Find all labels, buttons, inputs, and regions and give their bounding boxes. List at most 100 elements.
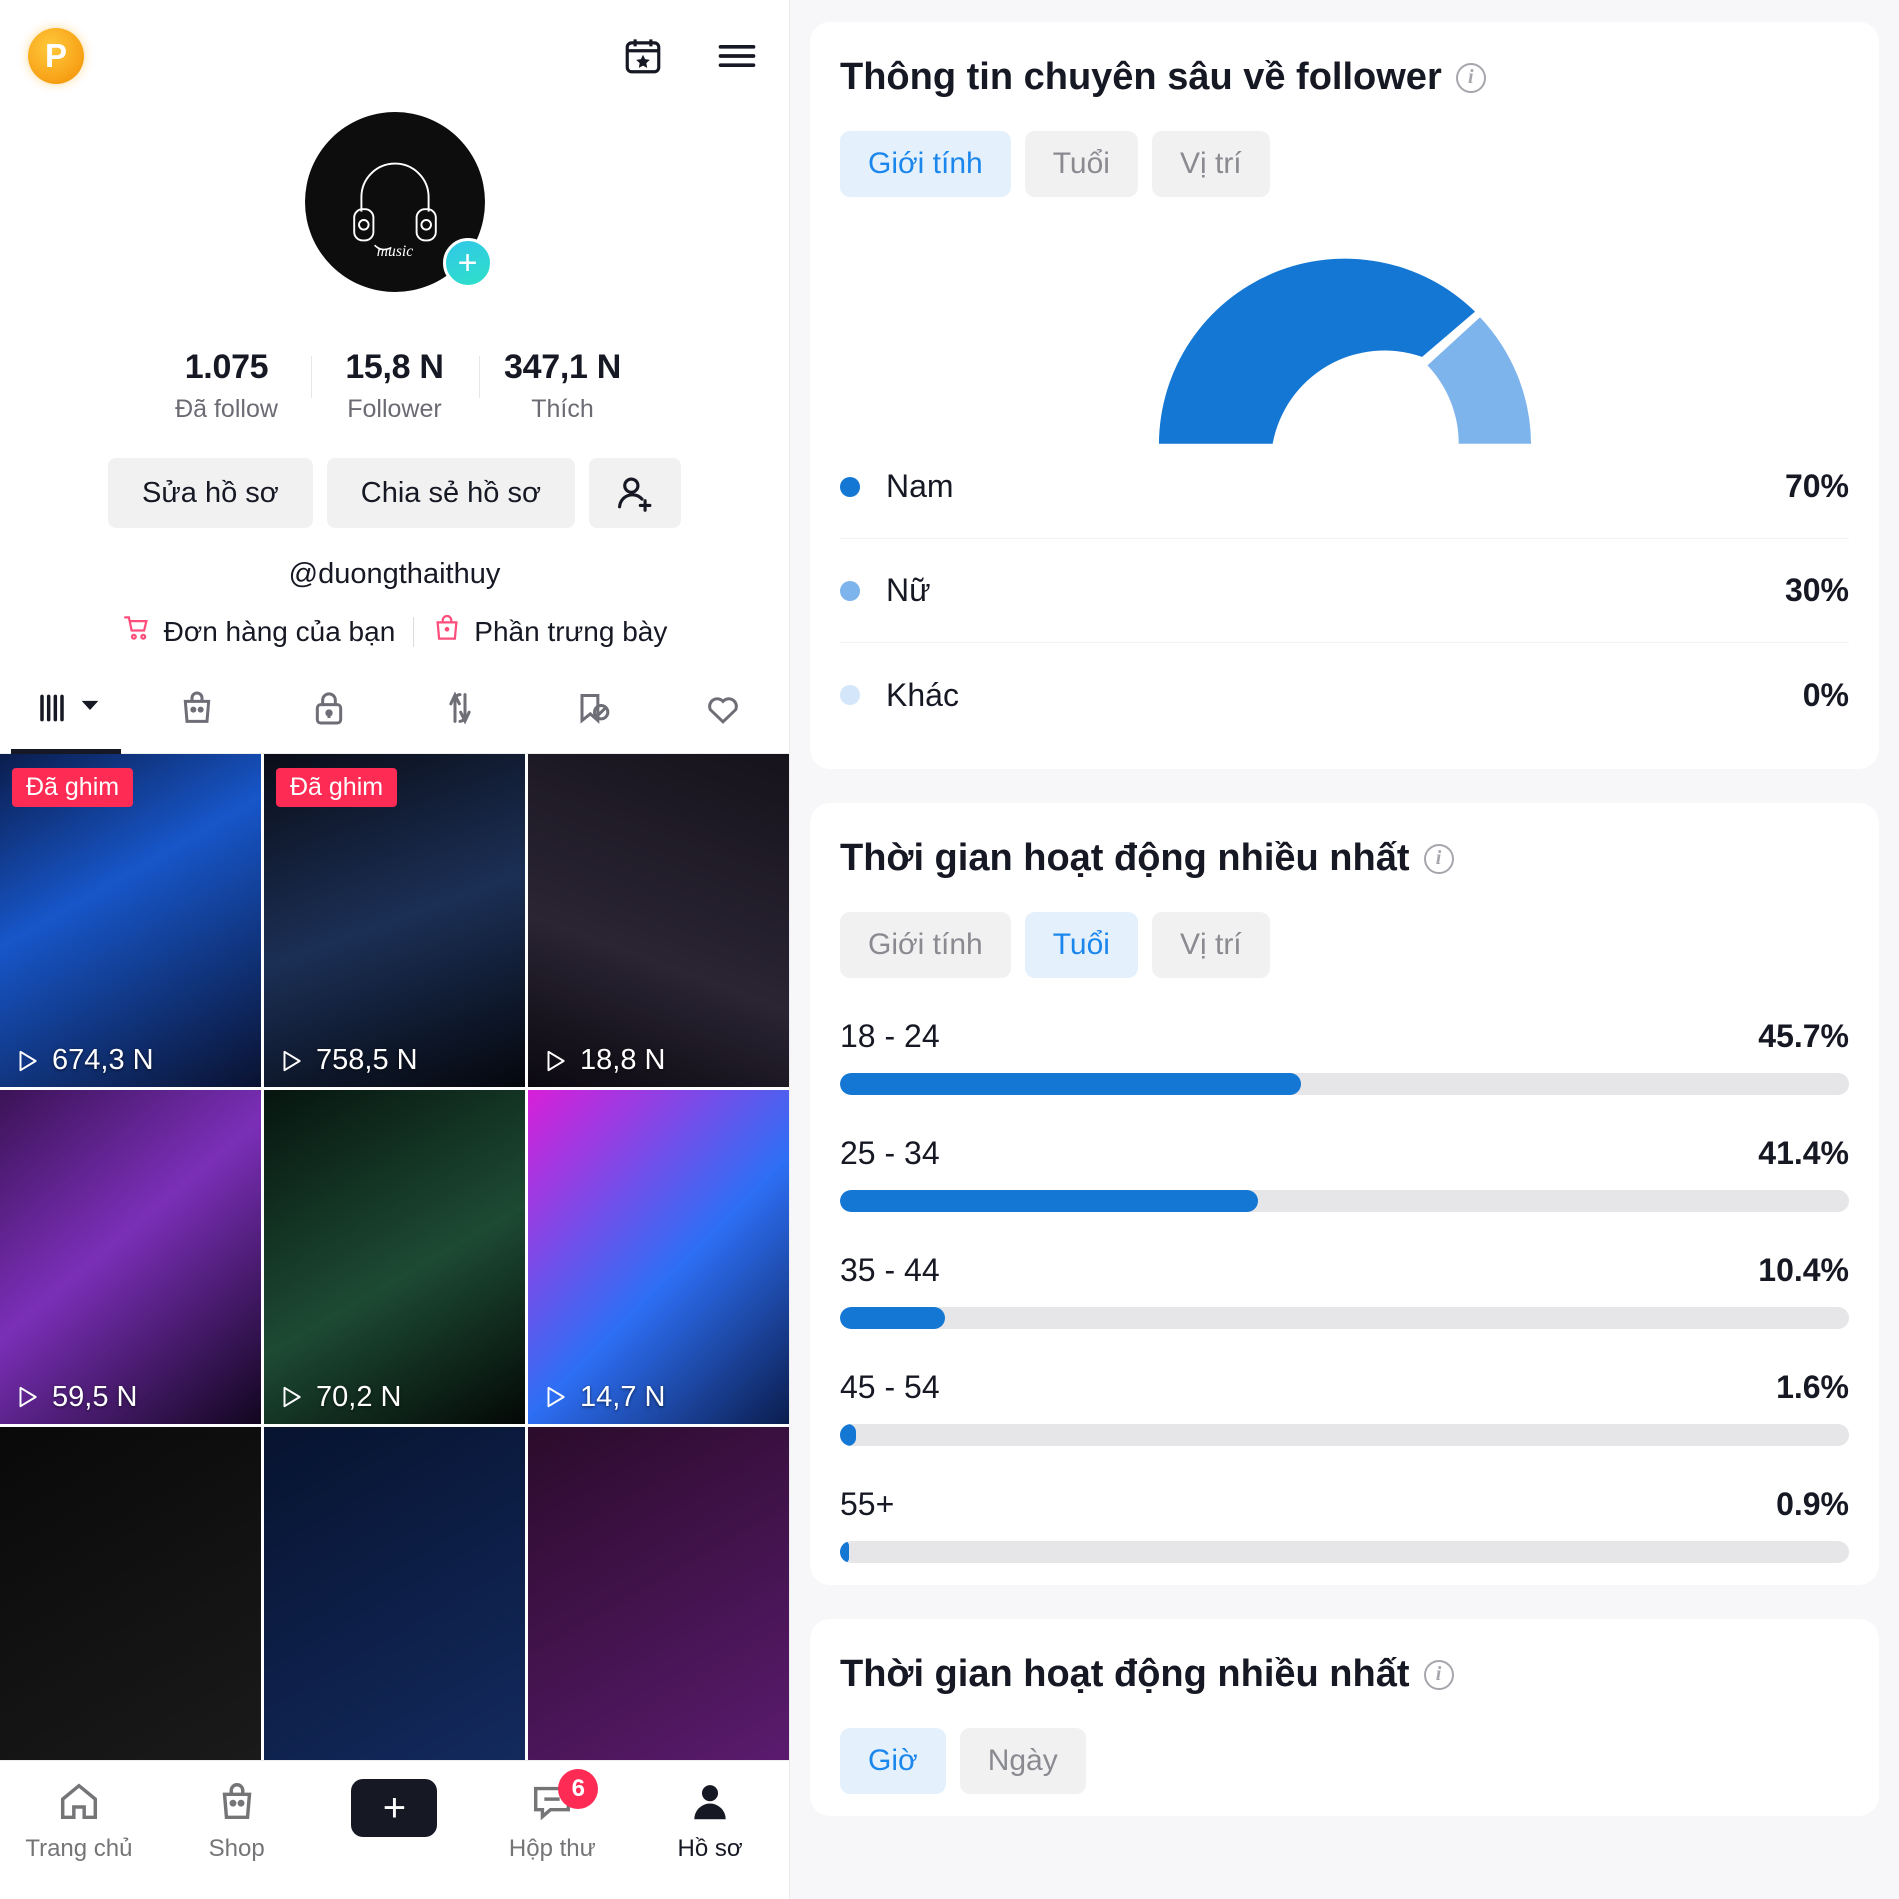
gender-gauge-chart bbox=[840, 237, 1849, 444]
tab-not-interested[interactable] bbox=[526, 676, 658, 753]
profile-person-icon bbox=[694, 1785, 726, 1820]
follower-insights-title: Thông tin chuyên sâu về follower i bbox=[840, 56, 1849, 99]
tab-age[interactable]: Tuổi bbox=[1024, 912, 1138, 978]
legend-dot-female bbox=[840, 580, 860, 601]
age-bar-value: 0.9% bbox=[1776, 1486, 1849, 1522]
nav-home-label: Trang chủ bbox=[25, 1835, 133, 1862]
nav-inbox[interactable]: 6 Hộp thư bbox=[473, 1769, 631, 1863]
nav-profile[interactable]: Hồ sơ bbox=[631, 1779, 789, 1863]
legend-label: Khác bbox=[886, 676, 959, 713]
create-plus-icon[interactable]: + bbox=[342, 1779, 447, 1837]
nav-home[interactable]: Trang chủ bbox=[0, 1779, 158, 1863]
age-bar-label: 25 - 34 bbox=[840, 1135, 940, 1171]
tab-gender[interactable]: Giới tính bbox=[840, 131, 1011, 197]
tab-age[interactable]: Tuổi bbox=[1024, 131, 1138, 197]
tiktok-profile-panel: P music + 1.075 Đã follow 15,8 N Followe… bbox=[0, 0, 790, 1899]
tab-day[interactable]: Ngày bbox=[959, 1728, 1086, 1794]
most-active-time-title-text: Thời gian hoạt động nhiều nhất bbox=[840, 1653, 1410, 1695]
video-cell[interactable]: 18,8 N bbox=[528, 754, 789, 1088]
age-bar-row: 45 - 54 1.6% bbox=[840, 1369, 1849, 1446]
legend-value: 30% bbox=[1784, 572, 1849, 608]
most-active-age-title-text: Thời gian hoạt động nhiều nhất bbox=[840, 837, 1410, 879]
play-icon bbox=[547, 1386, 565, 1408]
nav-profile-label: Hồ sơ bbox=[677, 1835, 743, 1862]
info-icon[interactable]: i bbox=[1423, 1659, 1454, 1690]
video-cell[interactable]: 14,7 N bbox=[528, 1090, 789, 1424]
video-cell[interactable]: 70,2 N bbox=[264, 1090, 525, 1424]
tab-hour[interactable]: Giờ bbox=[840, 1728, 946, 1794]
play-icon bbox=[19, 1050, 37, 1072]
age-bar-fill bbox=[840, 1541, 850, 1563]
tab-location[interactable]: Vị trí bbox=[1151, 131, 1270, 197]
your-orders-link[interactable]: Đơn hàng của bạn bbox=[122, 613, 396, 650]
tab-reposts[interactable] bbox=[395, 676, 527, 753]
most-active-age-title: Thời gian hoạt động nhiều nhất i bbox=[840, 837, 1849, 880]
most-active-time-tabs: Giờ Ngày bbox=[840, 1728, 1849, 1794]
edit-profile-button[interactable]: Sửa hồ sơ bbox=[108, 458, 313, 528]
add-friend-button[interactable] bbox=[589, 458, 681, 528]
video-cell[interactable] bbox=[528, 1426, 789, 1760]
pinned-badge: Đã ghim bbox=[276, 768, 398, 807]
info-icon[interactable]: i bbox=[1423, 843, 1454, 874]
showcase-link[interactable]: Phần trưng bày bbox=[432, 613, 667, 650]
video-cell[interactable]: Đã ghim 758,5 N bbox=[264, 754, 525, 1088]
avatar[interactable]: music + bbox=[304, 112, 493, 292]
age-bar-fill bbox=[840, 1424, 857, 1446]
legend-row: Nữ 30% bbox=[840, 539, 1849, 643]
add-avatar-plus-icon[interactable]: + bbox=[442, 238, 493, 288]
tab-location[interactable]: Vị trí bbox=[1151, 912, 1270, 978]
hamburger-menu-icon[interactable] bbox=[713, 32, 761, 80]
shop-links-divider bbox=[413, 616, 415, 647]
stat-following[interactable]: 1.075 Đã follow bbox=[143, 348, 311, 424]
play-icon bbox=[19, 1386, 37, 1408]
age-bar-track bbox=[840, 1424, 1849, 1446]
tab-shop[interactable] bbox=[132, 676, 264, 753]
profile-handle[interactable]: @duongthaithuy bbox=[0, 558, 789, 591]
nav-create[interactable]: + bbox=[316, 1779, 474, 1837]
most-active-time-card: Thời gian hoạt động nhiều nhất i Giờ Ngà… bbox=[810, 1619, 1879, 1816]
calendar-star-icon[interactable] bbox=[619, 32, 667, 80]
age-bar-value: 10.4% bbox=[1758, 1252, 1849, 1288]
your-orders-label: Đơn hàng của bạn bbox=[163, 615, 396, 647]
svg-text:music: music bbox=[376, 243, 412, 260]
view-count: 674,3 N bbox=[14, 1044, 154, 1077]
view-count-label: 70,2 N bbox=[316, 1380, 402, 1413]
share-profile-button[interactable]: Chia sẻ hồ sơ bbox=[326, 458, 575, 528]
view-count-label: 14,7 N bbox=[580, 1380, 666, 1413]
video-cell[interactable] bbox=[264, 1426, 525, 1760]
stat-likes[interactable]: 347,1 N Thích bbox=[478, 348, 647, 424]
nav-shop[interactable]: Shop bbox=[158, 1779, 316, 1863]
nav-shop-label: Shop bbox=[208, 1835, 265, 1862]
stat-label: Đã follow bbox=[175, 395, 278, 423]
half-donut-svg bbox=[1158, 258, 1531, 444]
stat-followers[interactable]: 15,8 N Follower bbox=[310, 348, 479, 424]
follower-insights-title-text: Thông tin chuyên sâu về follower bbox=[840, 56, 1442, 98]
chevron-down-icon bbox=[80, 695, 100, 720]
play-icon bbox=[283, 1386, 301, 1408]
video-cell[interactable]: Đã ghim 674,3 N bbox=[0, 754, 261, 1088]
tab-gender[interactable]: Giới tính bbox=[840, 912, 1011, 978]
follower-insights-card: Thông tin chuyên sâu về follower i Giới … bbox=[810, 22, 1879, 769]
play-icon bbox=[283, 1050, 301, 1072]
view-count-label: 674,3 N bbox=[52, 1044, 154, 1077]
most-active-age-tabs: Giới tính Tuổi Vị trí bbox=[840, 912, 1849, 978]
video-grid: Đã ghim 674,3 N Đã ghim 758,5 N 18,8 N 5… bbox=[0, 754, 789, 1760]
view-count-label: 59,5 N bbox=[52, 1380, 138, 1413]
view-count: 18,8 N bbox=[542, 1044, 665, 1077]
age-bar-row: 18 - 24 45.7% bbox=[840, 1018, 1849, 1095]
tab-liked[interactable] bbox=[658, 676, 790, 753]
age-bar-track bbox=[840, 1541, 1849, 1563]
video-cell[interactable]: 59,5 N bbox=[0, 1090, 261, 1424]
profile-stats: 1.075 Đã follow 15,8 N Follower 347,1 N … bbox=[0, 348, 789, 424]
shop-links: Đơn hàng của bạn Phần trưng bày bbox=[0, 613, 789, 650]
legend-label: Nữ bbox=[886, 572, 931, 608]
info-icon[interactable]: i bbox=[1455, 62, 1486, 93]
tab-private[interactable] bbox=[263, 676, 395, 753]
video-cell[interactable] bbox=[0, 1426, 261, 1760]
profile-content-tabs bbox=[0, 676, 789, 754]
legend-label: Nam bbox=[886, 468, 954, 504]
pro-badge-icon[interactable]: P bbox=[28, 28, 84, 84]
most-active-time-title: Thời gian hoạt động nhiều nhất i bbox=[840, 1653, 1849, 1696]
tab-posts[interactable] bbox=[0, 676, 132, 753]
shop-bag-icon bbox=[222, 1783, 252, 1820]
